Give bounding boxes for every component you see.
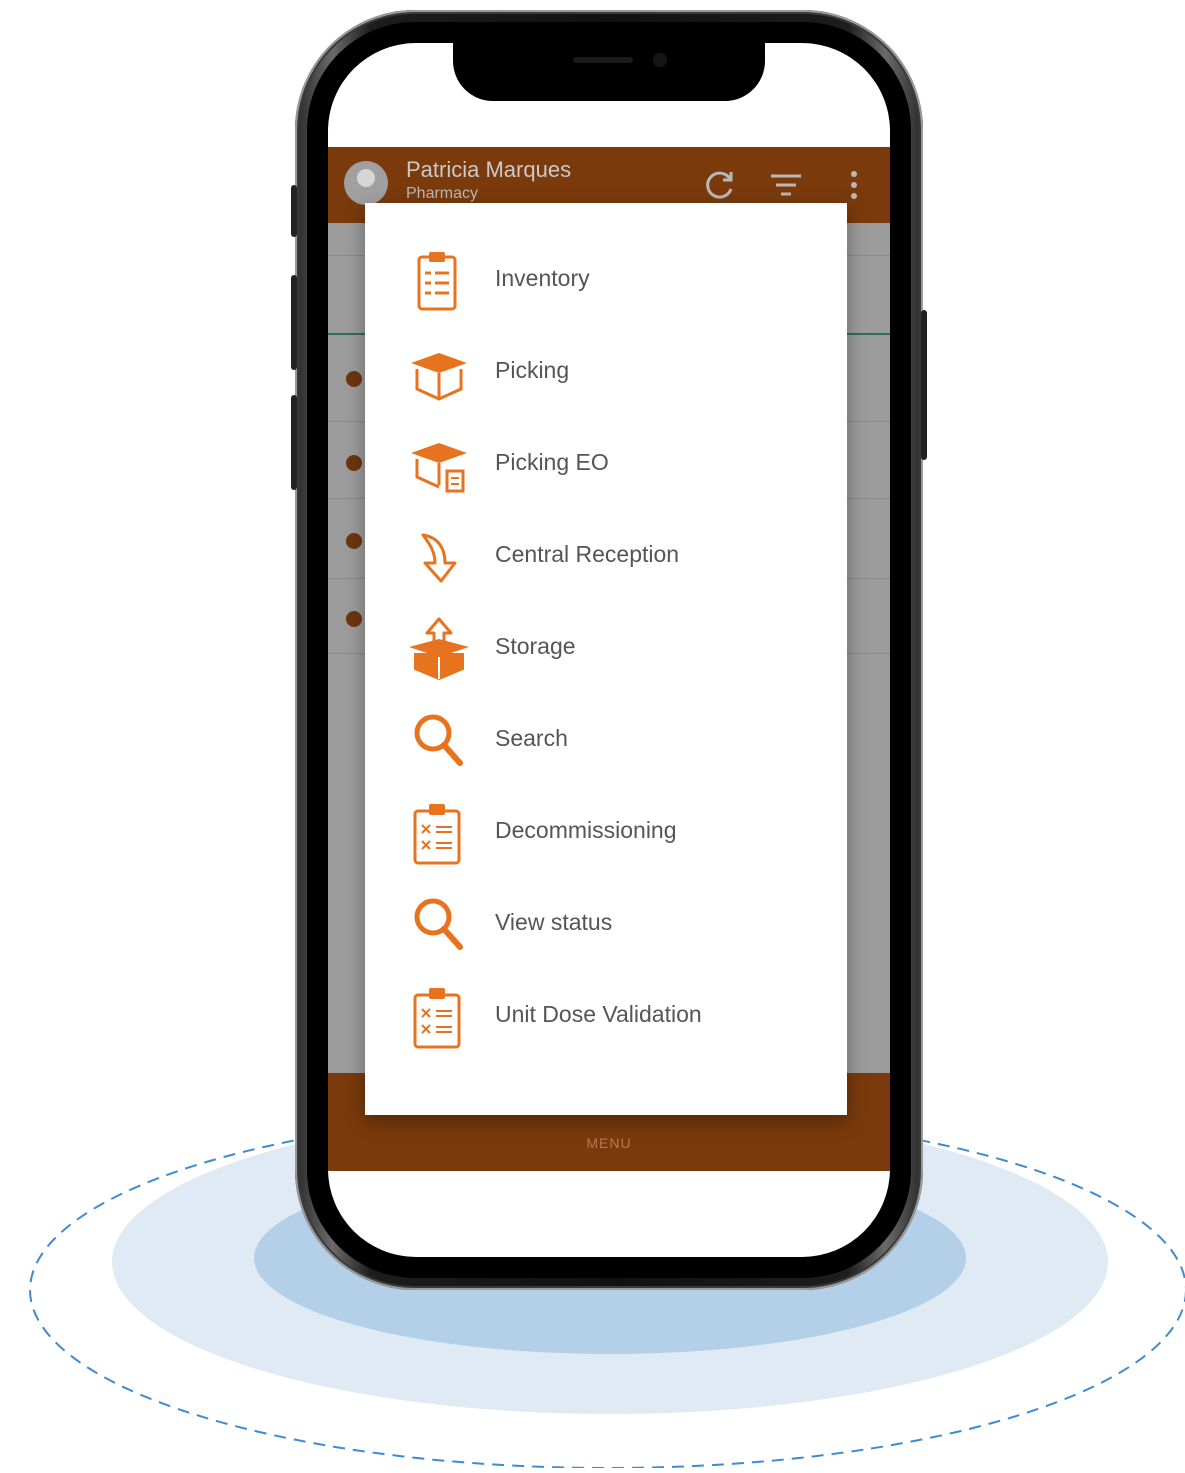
filter-icon[interactable]	[766, 165, 806, 205]
menu-item-label: Search	[495, 725, 568, 751]
menu-label[interactable]: MENU	[328, 1135, 890, 1151]
menu-item-picking-eo[interactable]: Picking EO	[365, 419, 847, 511]
mute-switch	[291, 185, 297, 237]
volume-down-button	[291, 395, 297, 490]
menu-dialog: Inventory Picking Picking EO Central Rec…	[365, 203, 847, 1115]
front-camera	[653, 53, 667, 67]
avatar[interactable]	[344, 161, 388, 205]
menu-item-label: Picking	[495, 357, 570, 383]
menu-item-picking[interactable]: Picking	[365, 327, 847, 419]
box-upload-icon	[409, 617, 469, 681]
menu-item-storage[interactable]: Storage	[365, 603, 847, 695]
user-name: Patricia Marques	[406, 157, 572, 182]
open-box-icon	[411, 353, 467, 401]
menu-item-search[interactable]: Search	[365, 695, 847, 787]
menu-item-label: Unit Dose Validation	[495, 1001, 702, 1027]
phone-screen: Patricia Marques Pharmacy MENU Inventory…	[328, 43, 890, 1257]
more-vert-icon[interactable]	[834, 165, 874, 205]
speaker	[573, 57, 633, 63]
clipboard-list-icon	[417, 252, 457, 311]
curved-arrow-icon	[421, 533, 457, 583]
menu-item-label: Inventory	[495, 265, 590, 291]
menu-item-label: Storage	[495, 633, 576, 659]
search-icon	[414, 898, 463, 950]
list-item-dot	[346, 371, 362, 387]
clipboard-x-icon	[413, 988, 461, 1049]
notch	[453, 43, 765, 101]
menu-item-label: Central Reception	[495, 541, 680, 567]
phone-frame: Patricia Marques Pharmacy MENU Inventory…	[291, 10, 927, 1290]
menu-item-decommissioning[interactable]: Decommissioning	[365, 787, 847, 879]
menu-item-label: View status	[495, 909, 613, 935]
clipboard-x-icon	[413, 804, 461, 865]
menu-item-unit-dose-validation[interactable]: Unit Dose Validation	[365, 971, 847, 1063]
menu-item-view-status[interactable]: View status	[365, 879, 847, 971]
menu-item-central-reception[interactable]: Central Reception	[365, 511, 847, 603]
power-button	[921, 310, 927, 460]
list-item-dot	[346, 455, 362, 471]
list-item-dot	[346, 533, 362, 549]
open-box-document-icon	[411, 443, 467, 493]
volume-up-button	[291, 275, 297, 370]
menu-item-label: Picking EO	[495, 449, 609, 475]
menu-item-inventory[interactable]: Inventory	[365, 235, 847, 327]
search-icon	[414, 714, 463, 766]
user-role: Pharmacy	[406, 185, 479, 202]
sync-icon[interactable]	[700, 165, 740, 205]
list-item-dot	[346, 611, 362, 627]
menu-item-label: Decommissioning	[495, 817, 677, 843]
